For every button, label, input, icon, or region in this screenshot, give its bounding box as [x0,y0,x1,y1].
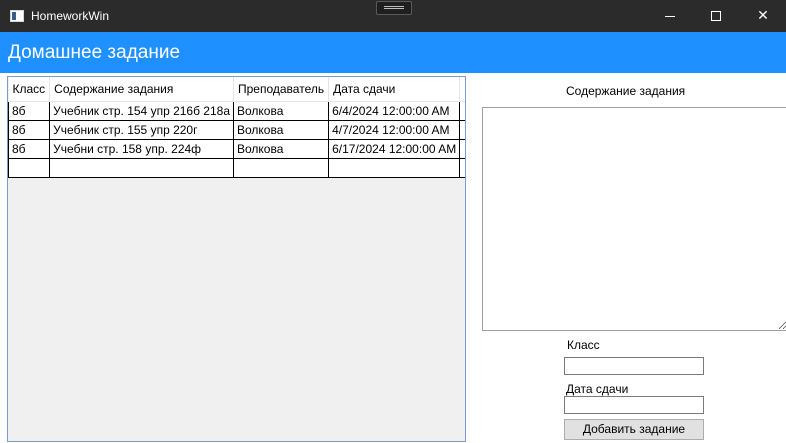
cell-teacher[interactable]: Волкова [232,100,330,121]
page-title: Домашнее задание [8,42,181,63]
cell-due-date[interactable]: 6/4/2024 12:00:00 AM [328,100,461,121]
cell-due-date[interactable]: 4/7/2024 12:00:00 AM [328,119,461,140]
new-cell-content[interactable] [49,157,234,178]
content-textarea[interactable] [482,107,786,331]
table-header-row: Класс Содержание задания Преподаватель Д… [8,77,465,102]
maximize-button[interactable] [693,0,739,32]
due-date-input[interactable] [564,396,704,414]
content-label: Содержание задания [566,84,686,98]
close-button[interactable]: ✕ [740,0,786,32]
homework-table: Класс Содержание задания Преподаватель Д… [8,77,465,178]
minimize-icon [665,15,675,17]
cell-teacher[interactable]: Волкова [232,119,330,140]
app-header: Домашнее задание [0,32,786,73]
cell-content[interactable]: Учебник стр. 155 упр 220г [49,119,234,140]
cell-class[interactable]: 8б [8,119,51,140]
new-row[interactable] [8,157,465,178]
column-header-due-date[interactable]: Дата сдачи [328,77,461,102]
cell-content[interactable]: Учебни стр. 158 упр. 224ф [49,138,234,159]
table-row[interactable]: 8б Учебник стр. 154 упр 216б 218а Волков… [8,100,465,121]
title-bar: HomeworkWin ✕ [0,0,786,32]
cell-due-date[interactable]: 6/17/2024 12:00:00 AM [328,138,461,159]
cell-teacher[interactable]: Волкова [232,138,330,159]
maximize-icon [711,11,721,21]
class-input[interactable] [564,357,704,375]
cell-class[interactable]: 8б [8,138,51,159]
due-date-label: Дата сдачи [566,382,629,396]
new-cell-teacher[interactable] [232,157,330,178]
close-icon: ✕ [757,8,769,24]
table-row[interactable]: 8б Учебник стр. 155 упр 220г Волкова 4/7… [8,119,465,140]
column-header-content[interactable]: Содержание задания [49,77,234,102]
table-row[interactable]: 8б Учебни стр. 158 упр. 224ф Волкова 6/1… [8,138,465,159]
app-icon [10,10,24,22]
column-header-teacher[interactable]: Преподаватель [233,77,330,102]
drag-grip-icon[interactable] [376,1,412,15]
add-homework-button[interactable]: Добавить задание [564,419,704,440]
homework-grid[interactable]: Класс Содержание задания Преподаватель Д… [7,76,466,442]
column-header-class[interactable]: Класс [8,77,51,102]
new-cell-class[interactable] [8,157,51,178]
class-label: Класс [567,338,600,352]
new-cell-due-date[interactable] [328,157,461,178]
cell-class[interactable]: 8б [8,100,51,121]
window-title: HomeworkWin [31,9,110,23]
cell-content[interactable]: Учебник стр. 154 упр 216б 218а [49,100,234,121]
add-homework-panel: Содержание задания Класс Дата сдачи Доба… [466,73,786,443]
minimize-button[interactable] [647,0,693,32]
